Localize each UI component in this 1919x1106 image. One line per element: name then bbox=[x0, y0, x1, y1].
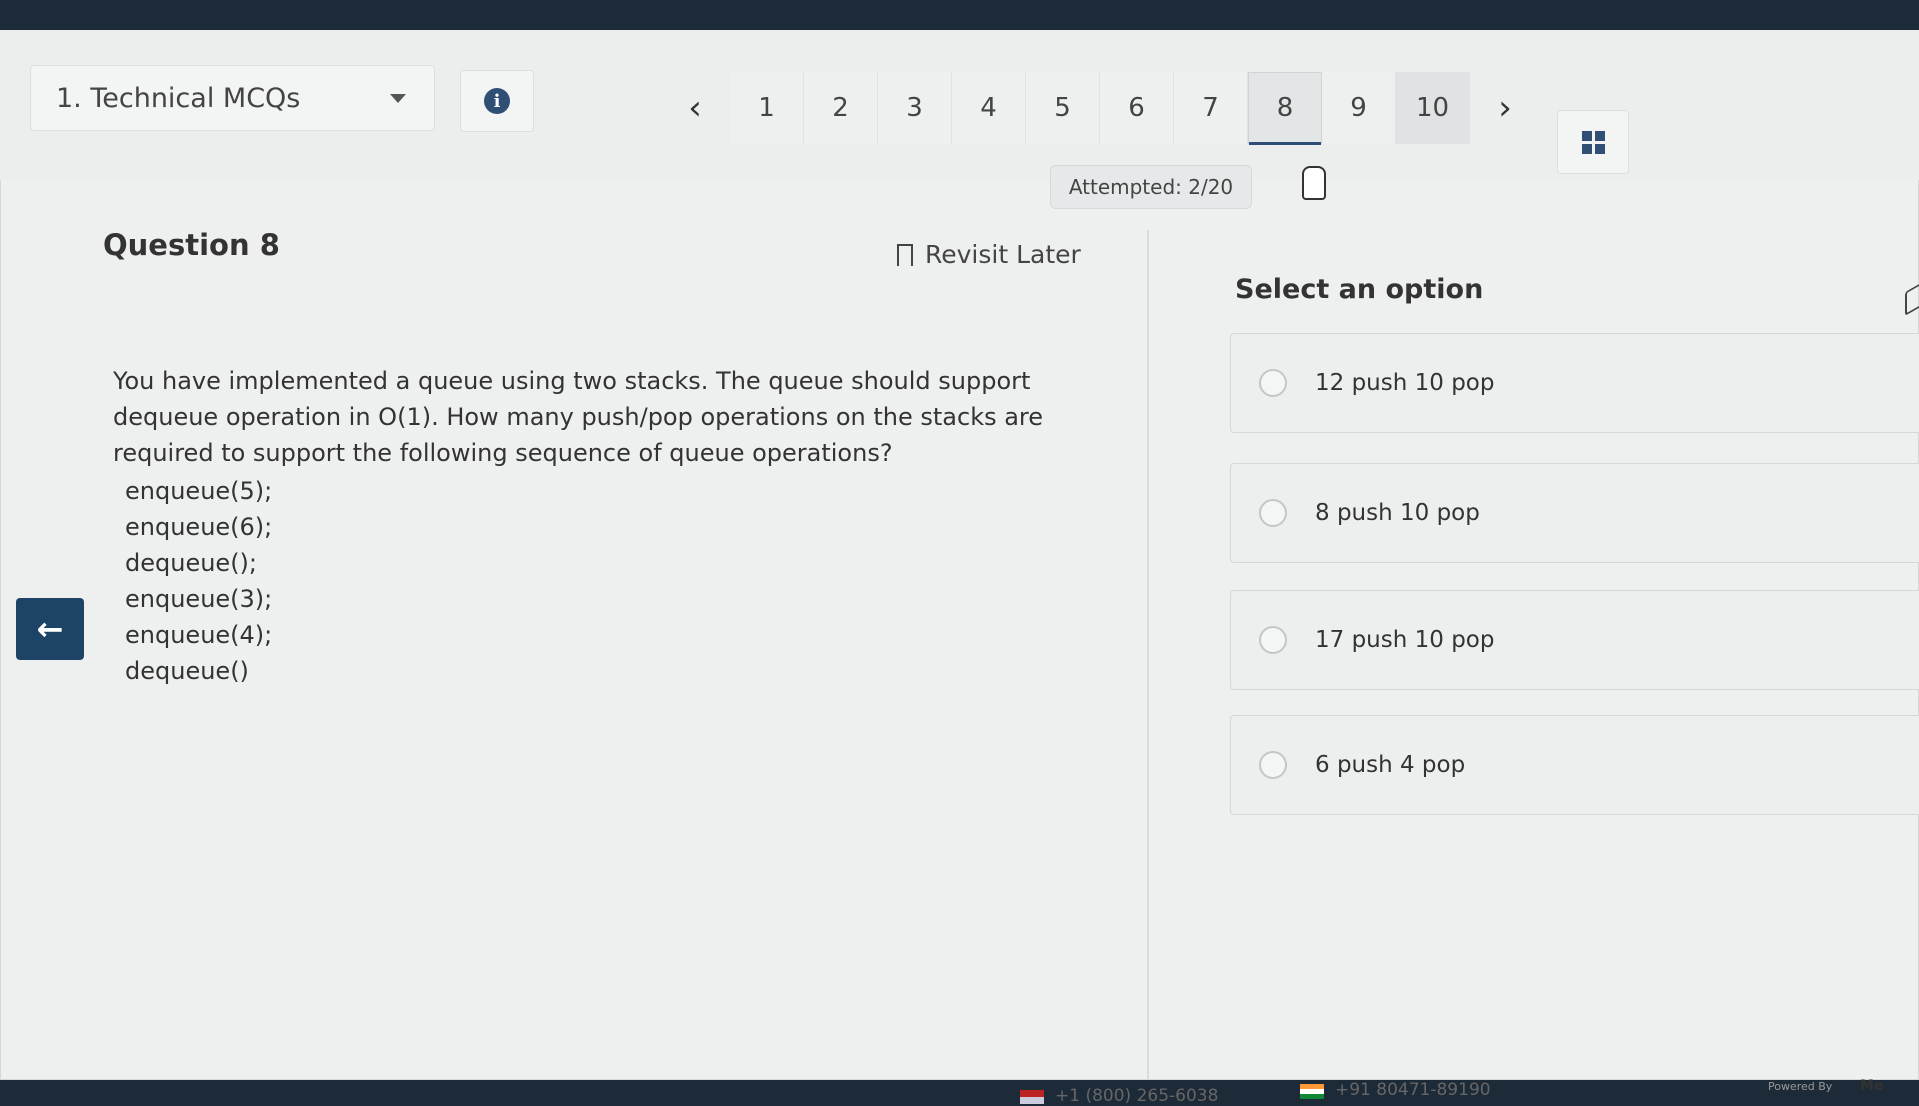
panel-divider bbox=[1147, 230, 1149, 1080]
page-button-5[interactable]: 5 bbox=[1026, 71, 1100, 144]
top-navigation: 1. Technical MCQs i ‹ 1 2 3 4 5 6 7 8 9 … bbox=[0, 30, 1919, 180]
options-title: Select an option bbox=[1235, 274, 1484, 305]
footer: +1 (800) 265-6038 +91 80471-89190 Powere… bbox=[0, 1050, 1919, 1106]
operation-line: enqueue(5); bbox=[125, 477, 273, 505]
option-4[interactable]: 6 push 4 pop bbox=[1230, 715, 1919, 815]
india-flag-icon bbox=[1300, 1084, 1324, 1099]
question-pager: ‹ 1 2 3 4 5 6 7 8 9 10 › bbox=[660, 70, 1540, 145]
question-title: Question 8 bbox=[103, 228, 280, 262]
page-button-2[interactable]: 2 bbox=[804, 71, 878, 144]
page-button-3[interactable]: 3 bbox=[878, 71, 952, 144]
prev-page-button[interactable]: ‹ bbox=[660, 73, 730, 143]
grid-icon bbox=[1581, 130, 1605, 154]
page-button-9[interactable]: 9 bbox=[1322, 71, 1396, 144]
operation-line: dequeue(); bbox=[125, 549, 257, 577]
info-icon: i bbox=[484, 88, 510, 114]
page-button-4[interactable]: 4 bbox=[952, 71, 1026, 144]
option-label: 6 push 4 pop bbox=[1315, 752, 1466, 778]
option-1[interactable]: 12 push 10 pop bbox=[1230, 333, 1919, 433]
powered-by-label: Powered By bbox=[1768, 1080, 1833, 1093]
operation-line: enqueue(4); bbox=[125, 621, 273, 649]
operation-line: enqueue(3); bbox=[125, 585, 273, 613]
caret-down-icon bbox=[390, 94, 406, 103]
option-2[interactable]: 8 push 10 pop bbox=[1230, 463, 1919, 563]
edit-icon[interactable] bbox=[1905, 283, 1919, 317]
page-button-8[interactable]: 8 bbox=[1248, 71, 1322, 145]
attempted-count: Attempted: 2/20 bbox=[1050, 165, 1252, 209]
chevron-right-icon: › bbox=[1498, 87, 1512, 128]
brand-logo: Me bbox=[1860, 1078, 1884, 1094]
chevron-left-icon: ‹ bbox=[688, 87, 702, 128]
arrow-left-icon: ← bbox=[36, 610, 64, 648]
test-screen: 1. Technical MCQs i ‹ 1 2 3 4 5 6 7 8 9 … bbox=[0, 30, 1919, 1106]
option-label: 12 push 10 pop bbox=[1315, 370, 1495, 396]
revisit-later-button[interactable]: Revisit Later bbox=[897, 240, 1081, 274]
support-phone-in: +91 80471-89190 bbox=[1335, 1080, 1491, 1100]
bookmark-icon bbox=[897, 243, 913, 274]
section-dropdown[interactable]: 1. Technical MCQs bbox=[30, 65, 435, 131]
revisit-later-label: Revisit Later bbox=[925, 240, 1081, 269]
page-button-7[interactable]: 7 bbox=[1174, 71, 1248, 144]
question-grid-button[interactable] bbox=[1557, 110, 1629, 174]
option-label: 8 push 10 pop bbox=[1315, 500, 1480, 526]
option-3[interactable]: 17 push 10 pop bbox=[1230, 590, 1919, 690]
us-flag-icon bbox=[1020, 1090, 1044, 1104]
operation-line: dequeue() bbox=[125, 657, 249, 685]
option-label: 17 push 10 pop bbox=[1315, 627, 1495, 653]
section-dropdown-label: 1. Technical MCQs bbox=[56, 82, 301, 114]
radio-button[interactable] bbox=[1259, 626, 1287, 654]
radio-button[interactable] bbox=[1259, 751, 1287, 779]
back-button[interactable]: ← bbox=[16, 598, 84, 660]
pointer-cursor-icon bbox=[1302, 166, 1326, 200]
radio-button[interactable] bbox=[1259, 499, 1287, 527]
question-text: You have implemented a queue using two s… bbox=[113, 367, 1044, 467]
page-button-10[interactable]: 10 bbox=[1396, 71, 1470, 144]
next-page-button[interactable]: › bbox=[1470, 73, 1540, 143]
support-phone-us: +1 (800) 265-6038 bbox=[1055, 1086, 1219, 1106]
radio-button[interactable] bbox=[1259, 369, 1287, 397]
page-button-6[interactable]: 6 bbox=[1100, 71, 1174, 144]
info-button[interactable]: i bbox=[460, 70, 534, 132]
operation-line: enqueue(6); bbox=[125, 513, 273, 541]
operation-sequence: enqueue(5); enqueue(6); dequeue(); enque… bbox=[125, 473, 272, 689]
page-button-1[interactable]: 1 bbox=[730, 71, 804, 144]
